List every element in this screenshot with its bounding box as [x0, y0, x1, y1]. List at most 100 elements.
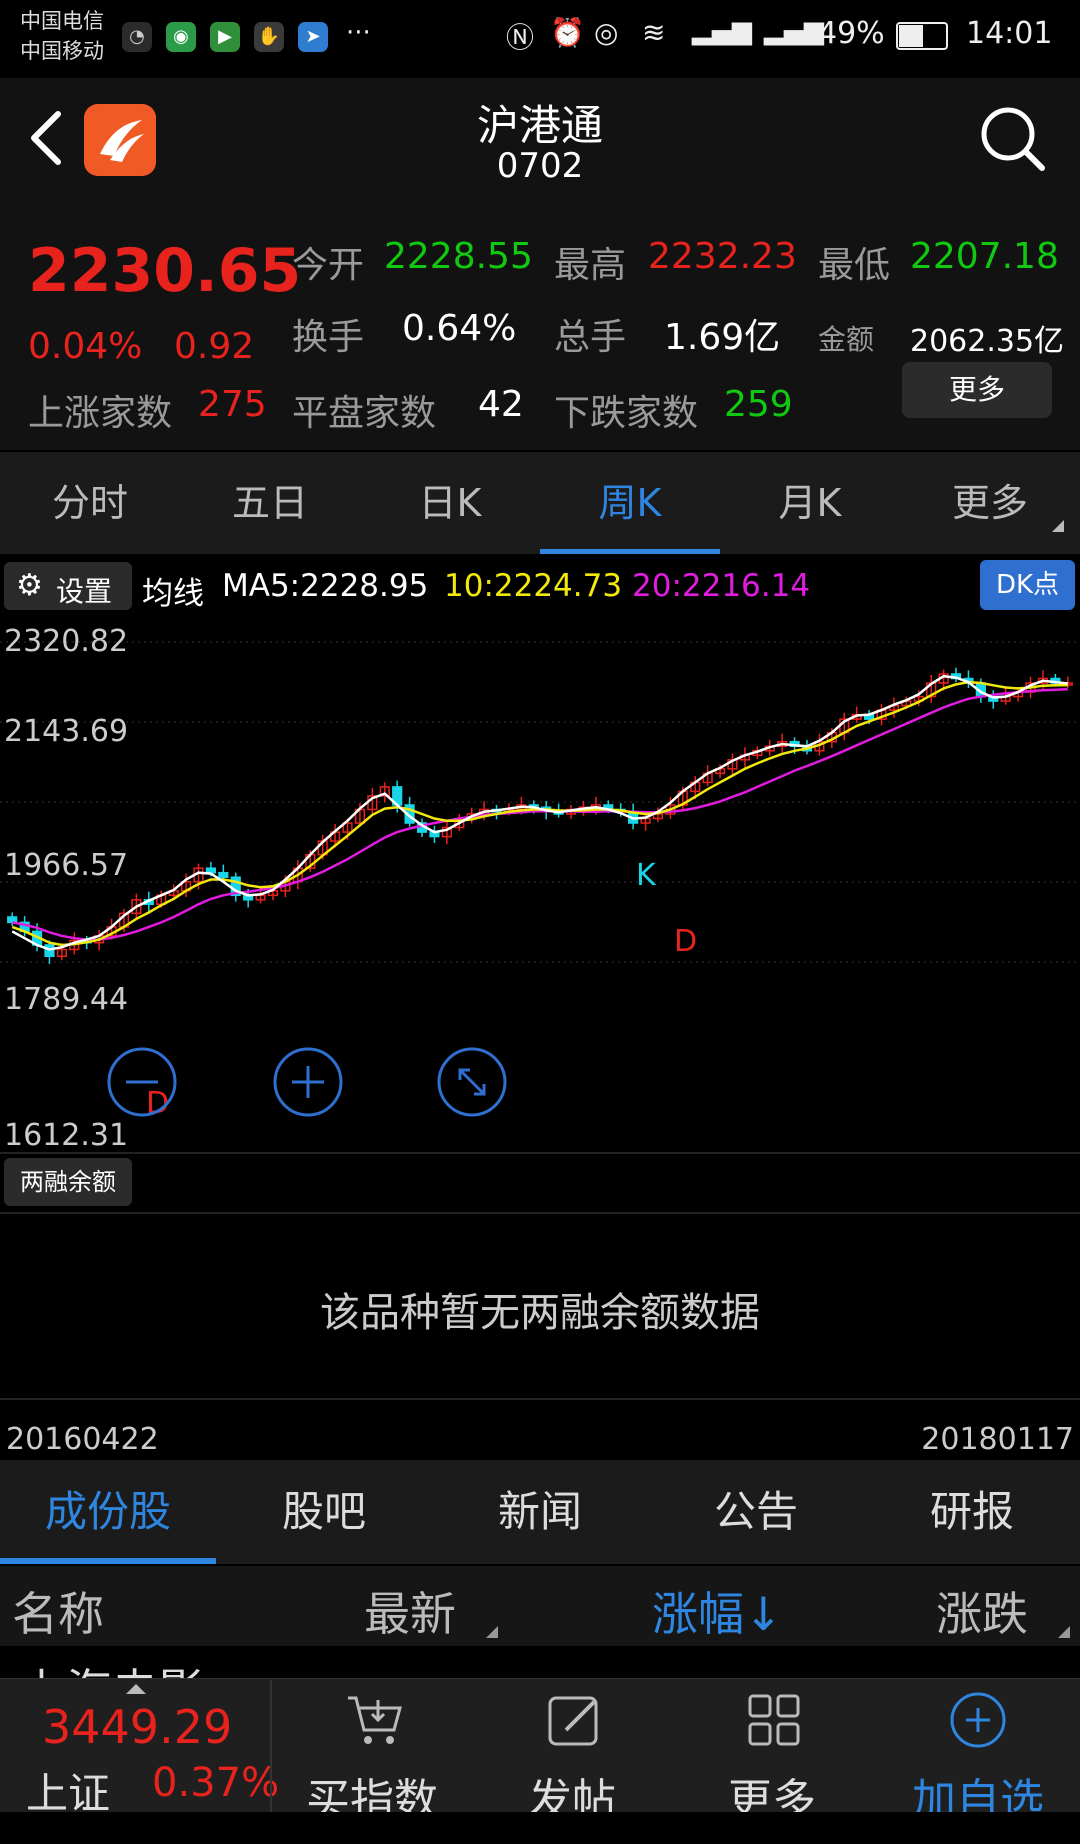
k-marker: K [636, 858, 656, 893]
tab-more-dropdown-icon [1052, 520, 1064, 532]
more-nav-button[interactable]: 更多 [672, 1690, 872, 1826]
turnover-value: 0.64% [402, 308, 517, 349]
wechat-icon: ◔ [122, 22, 152, 52]
play-icon: ▶ [210, 22, 240, 52]
tab-research[interactable]: 研报 [864, 1460, 1080, 1564]
tab-intraday[interactable]: 分时 [0, 452, 180, 554]
y-tick-label: 1789.44 [4, 982, 129, 1017]
volume-label: 总手 [554, 317, 627, 358]
high-label: 最高 [554, 245, 627, 286]
amount-label: 金额 [818, 323, 875, 356]
start-date: 20160422 [6, 1422, 159, 1457]
ma5-value: MA5:2228.95 [222, 568, 429, 604]
low-value: 2207.18 [910, 236, 1059, 277]
candle-body [7, 916, 18, 924]
signal-icon-2: ▂▄▆ [764, 16, 824, 46]
y-tick-label: 2320.82 [4, 624, 129, 659]
sort-icon [1058, 1626, 1070, 1638]
down-count: 259 [724, 384, 793, 425]
sort-icon [486, 1626, 498, 1638]
expand-up-icon[interactable] [126, 1684, 146, 1694]
margin-balance-button[interactable]: 两融余额 [4, 1158, 132, 1206]
down-count-label: 下跌家数 [554, 393, 699, 434]
settings-button[interactable]: ⚙ 设置 [4, 562, 132, 610]
active-content-tab-indicator [0, 1558, 216, 1564]
grid-icon [748, 1694, 800, 1746]
tab-constituents[interactable]: 成份股 [0, 1460, 216, 1564]
up-count-label: 上涨家数 [28, 393, 173, 434]
low-label: 最低 [818, 245, 891, 286]
ma10-value: 10:2224.73 [444, 568, 623, 604]
fullscreen-icon[interactable] [436, 1046, 508, 1118]
amount-value: 2062.35亿 [910, 324, 1065, 359]
tab-more[interactable]: 更多 [900, 452, 1080, 554]
ma20-value: 20:2216.14 [632, 568, 811, 604]
divider [0, 1152, 1080, 1154]
candle-body [218, 871, 229, 878]
tab-news[interactable]: 新闻 [432, 1460, 648, 1564]
end-date: 20180117 [921, 1422, 1074, 1457]
more-quote-button[interactable]: 更多 [902, 362, 1052, 418]
high-value: 2232.23 [648, 236, 797, 277]
wifi-icon: ≋ [642, 16, 666, 49]
cart-icon [348, 1696, 402, 1744]
post-button[interactable]: 发帖 [472, 1690, 672, 1826]
zoom-in-icon[interactable] [272, 1046, 344, 1118]
signal-icon-1: ▂▄▆ [692, 16, 752, 46]
column-change-pct[interactable]: 涨幅↓ [652, 1578, 783, 1644]
dk-point-button[interactable]: DK点 [980, 560, 1075, 610]
buy-index-button[interactable]: 买指数 [272, 1690, 472, 1826]
carrier-label-2: 中国移动 [20, 39, 104, 63]
alarm-icon: ⏰ [550, 16, 585, 49]
turnover-label: 换手 [292, 317, 365, 358]
system-nav-bar [0, 1812, 1080, 1844]
ma5-line [11, 674, 1068, 951]
zoom-out-icon[interactable] [106, 1046, 178, 1118]
gear-icon: ⚙ [16, 568, 43, 603]
index-change-percent[interactable]: 0.37% [152, 1760, 279, 1806]
flat-count-label: 平盘家数 [292, 393, 437, 434]
column-latest[interactable]: 最新 [364, 1578, 456, 1644]
carrier-label-1: 中国电信 [20, 9, 104, 33]
tab-weekly-k[interactable]: 周K [540, 452, 720, 554]
y-tick-label: 1612.31 [4, 1118, 129, 1153]
up-count: 275 [198, 384, 267, 425]
flat-count: 42 [478, 384, 524, 425]
y-tick-label: 1966.57 [4, 848, 129, 883]
battery-icon [896, 22, 948, 50]
stock-code: 0702 [496, 146, 584, 186]
app-icon-1: ◉ [166, 22, 196, 52]
tab-forum[interactable]: 股吧 [216, 1460, 432, 1564]
candle-body [205, 867, 217, 874]
page-title: 沪港通 [476, 101, 603, 150]
open-value: 2228.55 [384, 236, 533, 277]
edit-icon [548, 1696, 598, 1746]
hand-icon: ✋ [254, 22, 284, 52]
y-tick-label: 2143.69 [4, 714, 129, 749]
column-header-row [0, 1566, 1080, 1646]
settings-label: 设置 [56, 575, 113, 608]
search-icon[interactable] [978, 104, 1048, 174]
tab-five-day[interactable]: 五日 [180, 452, 360, 554]
d-marker: D [674, 924, 698, 959]
battery-percent: 49% [818, 16, 885, 51]
margin-empty-message: 该品种暂无两融余额数据 [320, 1290, 760, 1336]
column-change[interactable]: 涨跌 [936, 1578, 1028, 1644]
clock: 14:01 [966, 16, 1053, 51]
add-watchlist-button[interactable]: 加自选 [878, 1690, 1078, 1826]
nfc-icon: Ⓝ [506, 21, 535, 54]
more-notifications-icon: ··· [346, 18, 371, 48]
tab-daily-k[interactable]: 日K [360, 452, 540, 554]
current-price: 2230.65 [28, 236, 302, 306]
add-circle-icon [950, 1692, 1006, 1748]
index-value[interactable]: 3449.29 [42, 1700, 232, 1754]
ma20-line [11, 688, 1068, 941]
tab-monthly-k[interactable]: 月K [720, 452, 900, 554]
volume-value: 1.69亿 [664, 317, 781, 358]
eye-icon: ◎ [594, 16, 619, 49]
divider [0, 1212, 1080, 1214]
column-name[interactable]: 名称 [12, 1578, 104, 1644]
tab-announcements[interactable]: 公告 [648, 1460, 864, 1564]
divider [0, 1398, 1080, 1400]
change-value: 0.92 [174, 326, 255, 367]
